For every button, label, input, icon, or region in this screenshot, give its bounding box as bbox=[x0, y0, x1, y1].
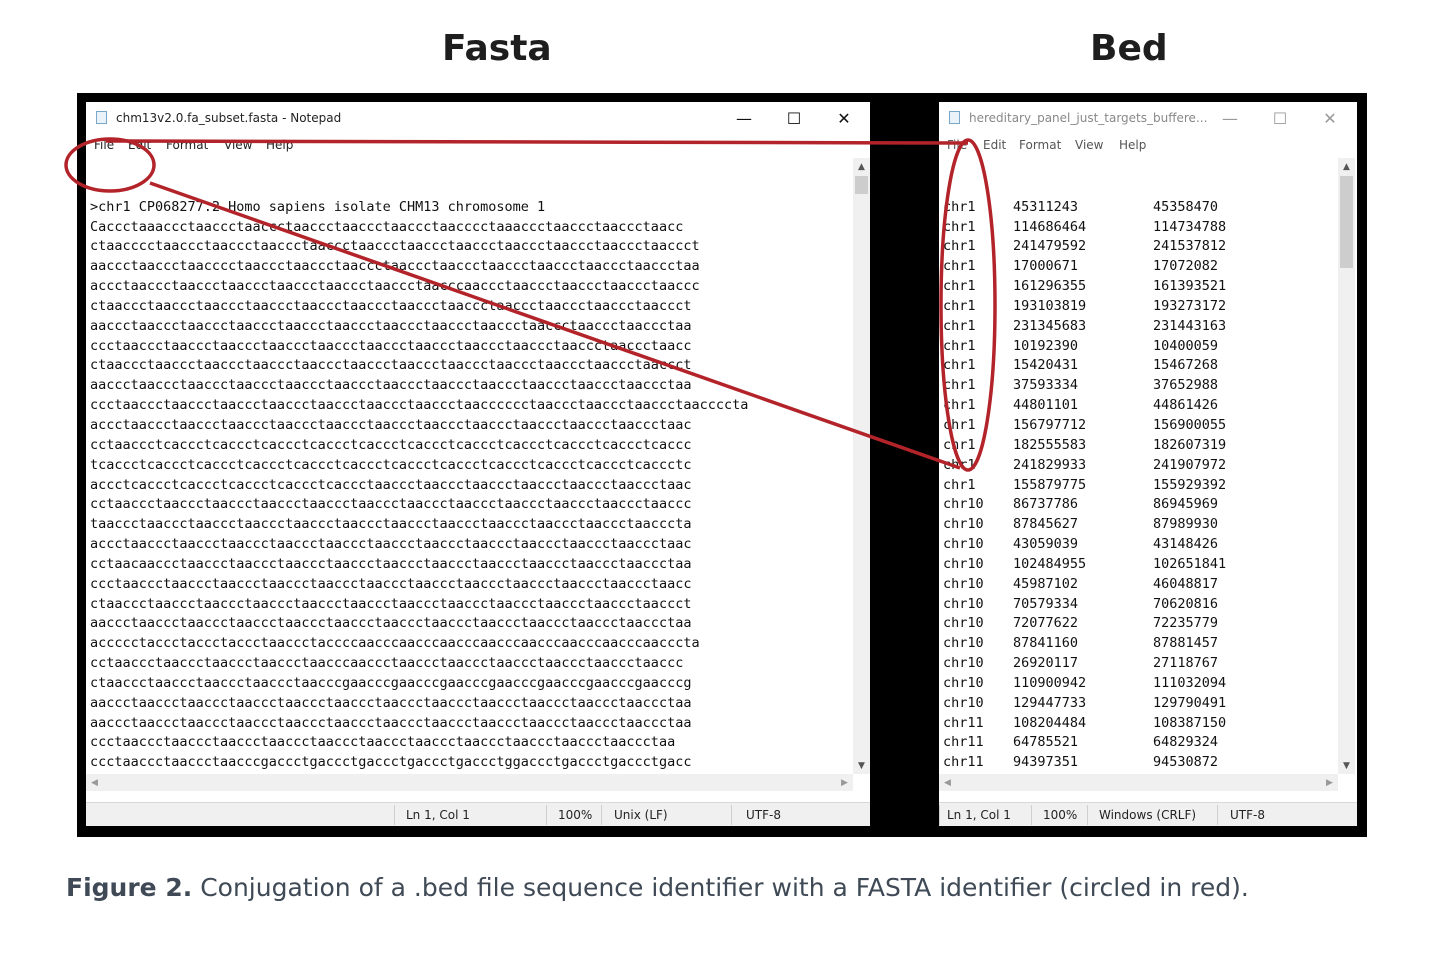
red-annotation bbox=[64, 137, 997, 472]
connector-bottom bbox=[149, 181, 961, 470]
caption-text: Conjugation of a .bed file sequence iden… bbox=[200, 873, 1249, 902]
fasta-id-circle bbox=[64, 137, 156, 193]
connector-top bbox=[105, 139, 969, 145]
caption-label: Figure 2. bbox=[66, 873, 193, 902]
bed-chrom-circle bbox=[939, 138, 997, 472]
figure-caption: Figure 2. Conjugation of a .bed file seq… bbox=[66, 868, 1366, 908]
